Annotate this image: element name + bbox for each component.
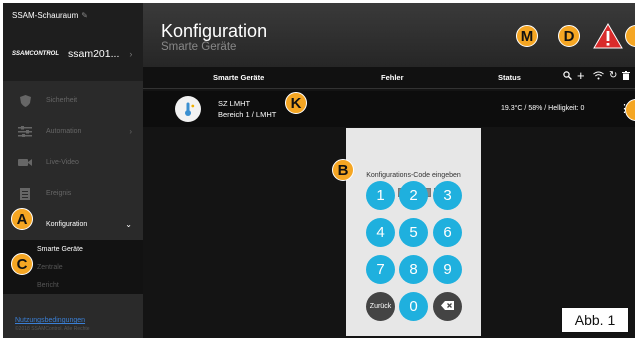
column-smarte-geraete: Smarte Geräte: [213, 73, 265, 82]
wifi-icon[interactable]: [593, 71, 604, 83]
column-fehler: Fehler: [381, 73, 404, 82]
annotation-c: C: [11, 253, 33, 275]
edit-icon[interactable]: ✎: [81, 11, 88, 20]
chevron-down-icon: ⌄: [125, 220, 132, 229]
backspace-icon: [441, 301, 454, 312]
key-7[interactable]: 7: [366, 255, 395, 284]
controller-name: ssam201...: [68, 48, 120, 60]
home-title[interactable]: SSAM-Schauraum ✎: [12, 11, 88, 20]
key-2[interactable]: 2: [399, 181, 428, 210]
refresh-icon[interactable]: ↻: [609, 70, 617, 81]
annotation-a: A: [11, 208, 33, 230]
device-status: 19.3°C / 58% / Helligkeit: 0: [501, 105, 585, 112]
controller-selector[interactable]: SSAMCONTROL ssam201... ›: [12, 48, 132, 60]
menu-item-live-video[interactable]: Live-Video: [3, 147, 143, 178]
key-6[interactable]: 6: [433, 218, 462, 247]
search-icon[interactable]: [563, 71, 572, 83]
backspace-button[interactable]: [433, 292, 462, 321]
key-9[interactable]: 9: [433, 255, 462, 284]
device-name: SZ LMHT: [218, 99, 251, 108]
annotation-d: D: [558, 25, 580, 47]
camera-icon: [18, 157, 32, 169]
shield-icon: [18, 94, 32, 107]
device-area: Bereich 1 / LMHT: [218, 110, 277, 119]
menu-item-automation[interactable]: Automation ›: [3, 116, 143, 147]
back-button[interactable]: Zurück: [366, 292, 395, 321]
chevron-right-icon: ›: [129, 127, 132, 136]
submenu-item-bericht[interactable]: Bericht: [3, 276, 143, 294]
chevron-right-icon: ›: [129, 49, 133, 59]
figure-label: Abb. 1: [561, 307, 629, 333]
menu-item-sicherheit[interactable]: Sicherheit: [3, 85, 143, 116]
list-icon: [18, 187, 32, 200]
sidebar-footer: Nutzungsbedingungen ©2018 SSAMControl. A…: [15, 317, 90, 332]
keypad-label: Konfigurations-Code eingeben: [366, 172, 461, 179]
key-3[interactable]: 3: [433, 181, 462, 210]
page-subtitle: Smarte Geräte: [161, 41, 237, 53]
add-icon[interactable]: +: [577, 68, 585, 83]
terms-link[interactable]: Nutzungsbedingungen: [15, 317, 90, 324]
annotation-b: B: [332, 159, 354, 181]
key-8[interactable]: 8: [399, 255, 428, 284]
key-4[interactable]: 4: [366, 218, 395, 247]
annotation-k: K: [285, 92, 307, 114]
copyright-text: ©2018 SSAMControl. Alle Rechte: [15, 326, 90, 332]
keypad-dialog: Konfigurations-Code eingeben 1 2 3 4 5 6…: [346, 128, 481, 336]
key-0[interactable]: 0: [399, 292, 428, 321]
key-1[interactable]: 1: [366, 181, 395, 210]
thermometer-icon: [175, 96, 201, 122]
sidebar-header: SSAM-Schauraum ✎ SSAMCONTROL ssam201... ›: [3, 3, 143, 81]
key-5[interactable]: 5: [399, 218, 428, 247]
app-frame: SSAM-Schauraum ✎ SSAMCONTROL ssam201... ›…: [3, 3, 635, 338]
sidebar: SSAM-Schauraum ✎ SSAMCONTROL ssam201... ›…: [3, 3, 143, 338]
column-status: Status: [498, 73, 521, 82]
table-header: Smarte Geräte Fehler Status + ↻: [143, 67, 635, 89]
main-content: Konfiguration Smarte Geräte Smarte Gerät…: [143, 3, 635, 338]
page-title: Konfiguration: [161, 21, 268, 41]
warning-icon: [593, 23, 623, 54]
brand-logo: SSAMCONTROL: [12, 51, 59, 57]
menu-item-ereignis[interactable]: Ereignis: [3, 178, 143, 209]
table-row[interactable]: SZ LMHT Bereich 1 / LMHT 19.3°C / 58% / …: [143, 91, 635, 127]
annotation-m: M: [516, 25, 538, 47]
sliders-icon: [18, 126, 32, 138]
trash-icon[interactable]: [622, 71, 630, 83]
